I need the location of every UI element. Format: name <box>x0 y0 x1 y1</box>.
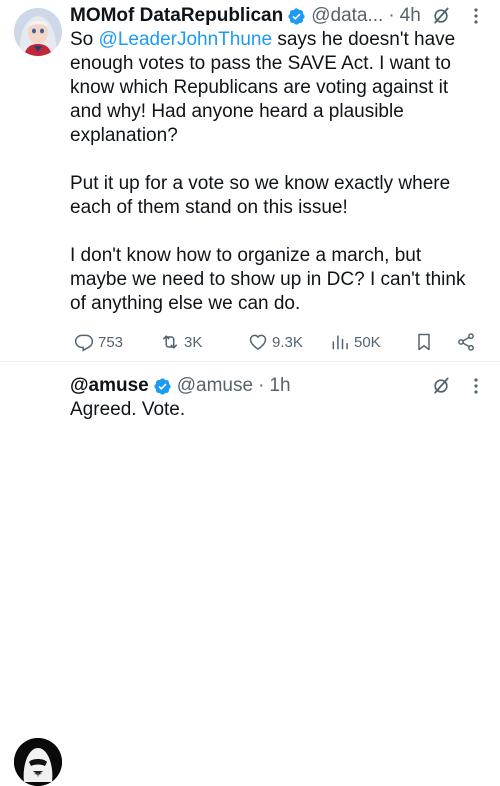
avatar[interactable] <box>14 738 62 786</box>
tweet-paragraph: So @LeaderJohnThune says he doesn't have… <box>70 28 480 148</box>
author-handle[interactable]: @data... <box>311 5 383 27</box>
avatar[interactable] <box>14 8 62 56</box>
tweet-paragraph: Put it up for a vote so we know exactly … <box>70 173 451 218</box>
repost-icon <box>163 335 177 349</box>
grok-icon[interactable] <box>431 6 451 26</box>
reply-author-handle[interactable]: @amuse <box>177 375 253 397</box>
tweet-text: So @LeaderJohnThune says he doesn't have… <box>70 28 480 316</box>
repost-count: 3K <box>184 333 203 351</box>
author-name[interactable]: MOMof DataRepublican <box>70 5 283 27</box>
share-icon <box>458 333 474 351</box>
avatar-image <box>14 8 62 56</box>
bookmark-button[interactable] <box>414 330 434 354</box>
mention-link[interactable]: @LeaderJohnThune <box>99 29 273 50</box>
reply-text: Agreed. Vote. <box>70 399 186 420</box>
views-button[interactable]: 50K <box>330 330 381 354</box>
more-icon[interactable] <box>474 378 478 394</box>
views-count: 50K <box>354 333 381 351</box>
views-icon <box>332 335 348 350</box>
repost-button[interactable]: 3K <box>160 330 202 354</box>
action-bar: 753 3K 9.3K 50K <box>72 330 492 354</box>
bookmark-icon <box>418 333 430 351</box>
text-prefix: So <box>70 29 99 50</box>
separator-dot: · <box>388 5 395 26</box>
share-button[interactable] <box>456 330 476 354</box>
like-icon <box>249 334 267 350</box>
tweet-paragraph: I don't know how to organize a march, bu… <box>70 245 466 314</box>
verified-badge-icon <box>288 7 305 25</box>
tweet[interactable]: MOMof DataRepublican @data... · 4h So @L… <box>0 0 500 360</box>
reply-timestamp[interactable]: 1h <box>269 375 290 397</box>
grok-icon[interactable] <box>431 376 451 396</box>
like-count: 9.3K <box>272 333 303 351</box>
reply-button[interactable]: 753 <box>74 330 123 354</box>
reply-author-name[interactable]: @amuse <box>70 375 149 397</box>
more-icon[interactable] <box>474 8 478 24</box>
timestamp[interactable]: 4h <box>400 5 421 27</box>
reply-count: 753 <box>98 333 124 351</box>
like-button[interactable]: 9.3K <box>248 330 303 354</box>
avatar-image <box>14 738 62 786</box>
tweet-header: MOMof DataRepublican @data... · 4h <box>70 2 490 30</box>
separator-dot: · <box>258 375 265 396</box>
reply-icon <box>74 334 94 352</box>
verified-badge-icon <box>154 377 171 395</box>
reply-header: @amuse @amuse · 1h <box>70 372 490 400</box>
